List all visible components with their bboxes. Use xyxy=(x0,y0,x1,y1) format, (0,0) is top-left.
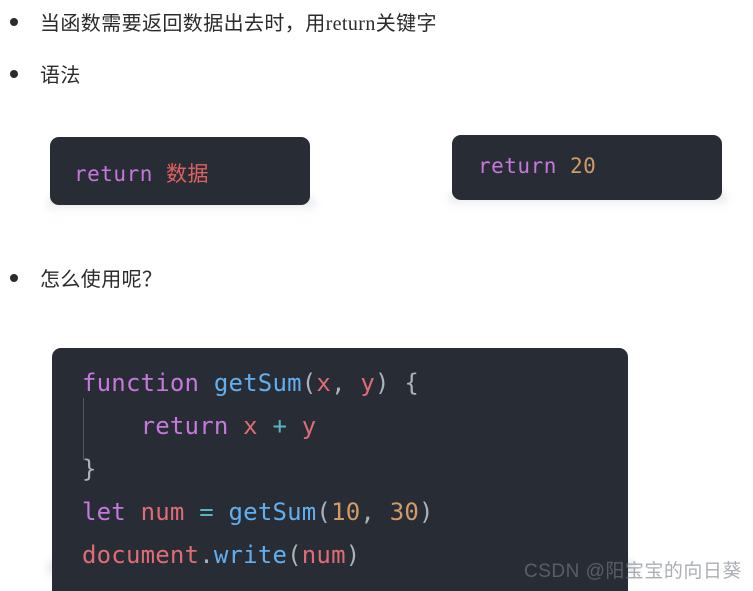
code-token-variable: y xyxy=(360,369,376,397)
code-block-syntax-return-data: return 数据 xyxy=(50,137,310,205)
code-token-number: 20 xyxy=(570,154,597,178)
code-token-punct: ( xyxy=(301,369,317,397)
code-token-keyword: return xyxy=(74,162,167,186)
code-token-indent xyxy=(82,412,141,440)
code-token-function: write xyxy=(213,541,288,569)
code-token-punct: ) xyxy=(345,541,361,569)
code-line: return 数据 xyxy=(50,137,310,188)
code-token-operator: + xyxy=(257,412,302,440)
code-token-keyword: return xyxy=(478,154,571,178)
code-block-example-getsum: function getSum(x, y) { return x + y} let… xyxy=(52,348,628,591)
bullet-item-return-keyword: 当函数需要返回数据出去时，用return关键字 xyxy=(10,12,437,36)
bullet-marker-icon xyxy=(10,70,18,78)
code-token-punct: ) { xyxy=(375,369,419,397)
code-token-punct: ) xyxy=(419,498,434,526)
bullet-item-syntax: 语法 xyxy=(10,64,81,88)
code-token-variable: x xyxy=(243,412,258,440)
code-token-function: getSum xyxy=(213,369,302,397)
code-token-number: 10 xyxy=(331,498,361,526)
bullet-item-label: 语法 xyxy=(40,65,81,87)
code-token-punct: , xyxy=(360,498,390,526)
bullet-item-how-to-use: 怎么使用呢？ xyxy=(10,268,162,292)
code-token-variable: y xyxy=(301,412,317,440)
code-token-variable: document xyxy=(82,541,200,569)
code-token-number: 30 xyxy=(389,498,420,526)
code-token-placeholder: 数据 xyxy=(166,162,210,186)
code-token-variable: num xyxy=(301,541,346,569)
code-lines-container: function getSum(x, y) { return x + y} let… xyxy=(52,362,628,577)
code-token-variable: num xyxy=(140,498,185,526)
csdn-watermark: CSDN @阳宝宝的向日葵 xyxy=(524,561,742,582)
code-block-example-return-20: return 20 xyxy=(452,135,722,200)
code-token-punct: ( xyxy=(316,498,332,526)
code-token-operator: = xyxy=(184,498,229,526)
code-token-punct: , xyxy=(331,369,361,397)
indent-guide-line xyxy=(83,398,84,460)
code-line: function getSum(x, y) { xyxy=(52,362,628,405)
code-line: return x + y xyxy=(52,405,628,448)
code-line: let num = getSum(10, 30) xyxy=(52,491,628,534)
code-token-keyword: let xyxy=(82,498,141,526)
code-token-variable: x xyxy=(316,369,332,397)
code-token-punct: . xyxy=(199,541,214,569)
bullet-marker-icon xyxy=(10,274,18,282)
bullet-marker-icon xyxy=(10,18,18,26)
code-line: return 20 xyxy=(452,135,722,178)
code-token-punct: ( xyxy=(287,541,302,569)
bullet-item-label: 当函数需要返回数据出去时，用return关键字 xyxy=(40,13,437,35)
code-token-keyword: function xyxy=(82,369,214,397)
code-token-punct: } xyxy=(82,455,97,483)
code-token-keyword: return xyxy=(140,412,244,440)
code-line: } xyxy=(52,448,628,491)
bullet-item-label: 怎么使用呢？ xyxy=(40,269,163,291)
code-token-function: getSum xyxy=(228,498,317,526)
